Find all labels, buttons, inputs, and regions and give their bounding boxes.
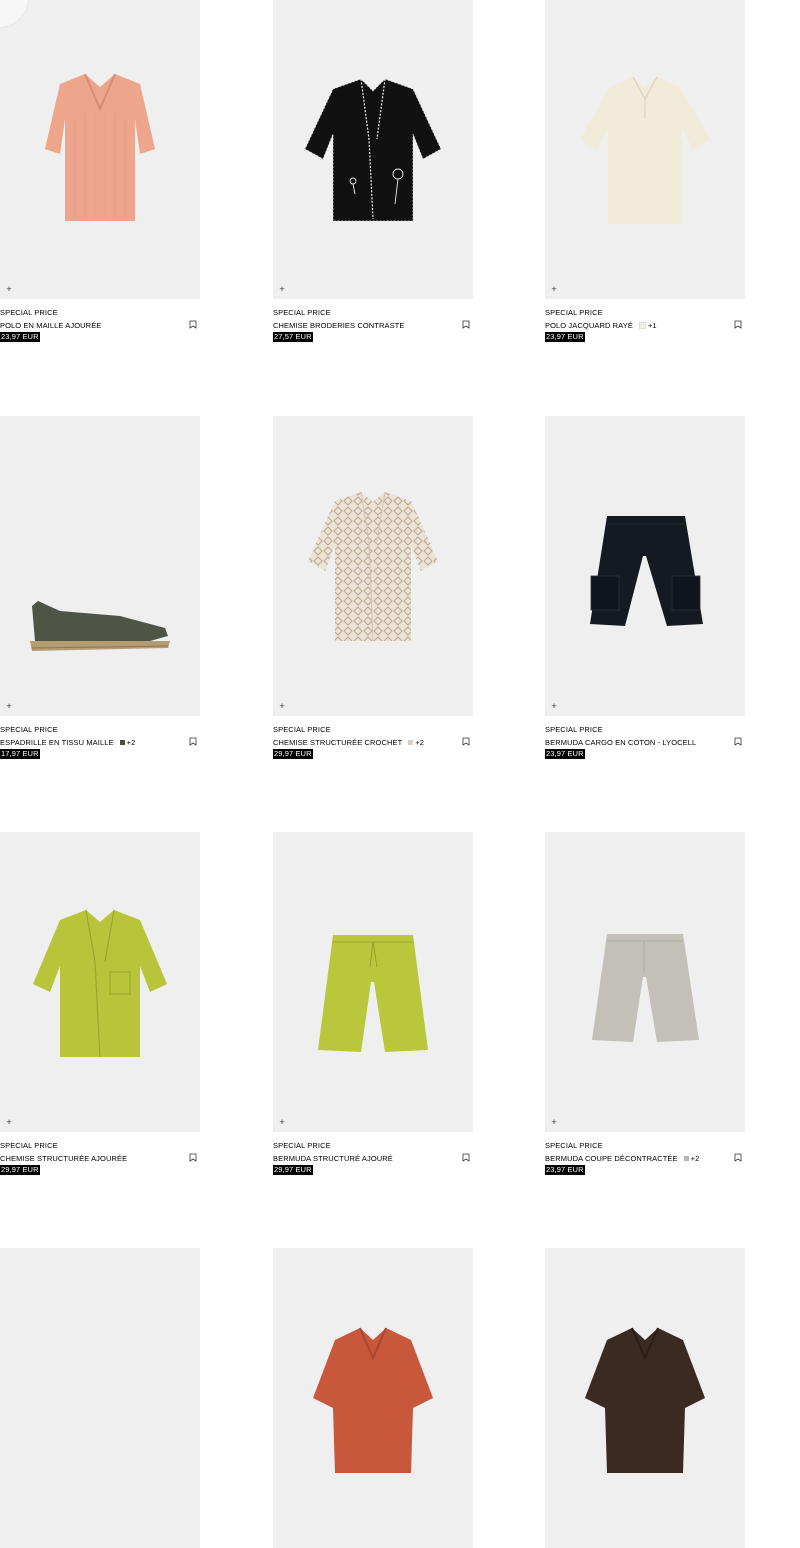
product-card[interactable]: + SPECIAL PRICE ESPADRILLE EN TISSU MAIL… xyxy=(0,416,200,761)
bookmark-icon[interactable] xyxy=(189,737,197,746)
espadrille-olive-image xyxy=(30,601,170,651)
product-name[interactable]: ESPADRILLE EN TISSU MAILLE xyxy=(0,738,114,747)
product-image[interactable] xyxy=(545,1248,745,1548)
more-colors[interactable]: +2 xyxy=(415,738,424,747)
bermuda-grey-image xyxy=(592,934,699,1042)
color-swatch[interactable] xyxy=(683,1155,689,1161)
product-meta: SPECIAL PRICE CHEMISE BRODERIES CONTRAST… xyxy=(273,299,473,344)
more-colors[interactable]: +2 xyxy=(691,1154,700,1163)
product-price[interactable]: 29,97 EUR xyxy=(0,1165,40,1175)
product-card[interactable]: + SPECIAL PRICE BERMUDA COUPE DÉCONTRACT… xyxy=(545,832,745,1177)
plus-icon[interactable]: + xyxy=(548,283,560,295)
product-meta: SPECIAL PRICE ESPADRILLE EN TISSU MAILLE… xyxy=(0,716,200,761)
shirt-black-embroidered-image xyxy=(304,78,442,222)
product-card[interactable] xyxy=(273,1248,473,1548)
product-name[interactable]: CHEMISE BRODERIES CONTRASTE xyxy=(273,321,404,330)
product-tag: SPECIAL PRICE xyxy=(545,308,603,317)
product-grid: + SPECIAL PRICE POLO EN MAILLE AJOURÉE 2… xyxy=(0,0,800,1548)
product-tag: SPECIAL PRICE xyxy=(0,725,58,734)
product-image[interactable]: + xyxy=(273,416,473,716)
plus-icon[interactable]: + xyxy=(276,1116,288,1128)
product-tag: SPECIAL PRICE xyxy=(273,1141,331,1150)
polo-salmon-image xyxy=(45,73,155,221)
product-card[interactable]: + SPECIAL PRICE BERMUDA CARGO EN COTON -… xyxy=(545,416,745,761)
product-image[interactable]: + xyxy=(545,0,745,299)
product-name[interactable]: POLO JACQUARD RAYÉ xyxy=(545,321,633,330)
product-card[interactable]: + SPECIAL PRICE POLO EN MAILLE AJOURÉE 2… xyxy=(0,0,200,344)
bookmark-icon[interactable] xyxy=(734,737,742,746)
product-name[interactable]: POLO EN MAILLE AJOURÉE xyxy=(0,321,101,330)
product-image[interactable] xyxy=(273,1248,473,1548)
product-card[interactable]: + SPECIAL PRICE CHEMISE STRUCTURÉE AJOUR… xyxy=(0,832,200,1177)
bookmark-icon[interactable] xyxy=(462,1153,470,1162)
bookmark-icon[interactable] xyxy=(462,320,470,329)
plus-icon[interactable]: + xyxy=(276,283,288,295)
plus-icon[interactable]: + xyxy=(3,1116,15,1128)
product-tag: SPECIAL PRICE xyxy=(545,1141,603,1150)
shirt-lime-image xyxy=(33,909,167,1058)
product-name[interactable]: BERMUDA COUPE DÉCONTRACTÉE xyxy=(545,1154,678,1163)
bookmark-icon[interactable] xyxy=(734,1153,742,1162)
product-card[interactable]: + SPECIAL PRICE BERMUDA STRUCTURÉ AJOURÉ… xyxy=(273,832,473,1177)
product-name[interactable]: CHEMISE STRUCTURÉE AJOURÉE xyxy=(0,1154,127,1163)
product-tag: SPECIAL PRICE xyxy=(273,308,331,317)
product-card[interactable]: + SPECIAL PRICE CHEMISE BRODERIES CONTRA… xyxy=(273,0,473,344)
product-price[interactable]: 23,97 EUR xyxy=(0,332,40,342)
plus-icon[interactable]: + xyxy=(276,700,288,712)
product-price[interactable]: 17,97 EUR xyxy=(0,749,40,759)
color-swatch[interactable] xyxy=(119,739,125,745)
product-meta: SPECIAL PRICE BERMUDA CARGO EN COTON - L… xyxy=(545,716,745,761)
product-tag: SPECIAL PRICE xyxy=(545,725,603,734)
product-name[interactable]: CHEMISE STRUCTURÉE CROCHET xyxy=(273,738,402,747)
bookmark-icon[interactable] xyxy=(462,737,470,746)
product-name[interactable]: BERMUDA STRUCTURÉ AJOURÉ xyxy=(273,1154,393,1163)
shirt-beige-crochet-image xyxy=(308,491,438,642)
bookmark-icon[interactable] xyxy=(189,320,197,329)
product-price[interactable]: 23,97 EUR xyxy=(545,1165,585,1175)
product-card[interactable] xyxy=(0,1248,200,1548)
product-card[interactable]: + SPECIAL PRICE POLO JACQUARD RAYÉ +1 23… xyxy=(545,0,745,344)
product-image[interactable]: + xyxy=(545,832,745,1132)
color-swatch[interactable] xyxy=(638,321,646,329)
product-image[interactable]: + xyxy=(273,832,473,1132)
product-meta: SPECIAL PRICE CHEMISE STRUCTURÉE AJOURÉE… xyxy=(0,1132,200,1177)
product-card[interactable] xyxy=(545,1248,745,1548)
product-price[interactable]: 29,97 EUR xyxy=(273,1165,313,1175)
product-image[interactable]: + xyxy=(545,416,745,716)
product-tag: SPECIAL PRICE xyxy=(0,308,58,317)
product-image[interactable] xyxy=(0,1248,200,1548)
product-meta: SPECIAL PRICE POLO JACQUARD RAYÉ +1 23,9… xyxy=(545,299,745,344)
plus-icon[interactable]: + xyxy=(548,1116,560,1128)
product-image[interactable]: + xyxy=(0,0,200,299)
plus-icon[interactable]: + xyxy=(548,700,560,712)
product-meta: SPECIAL PRICE BERMUDA STRUCTURÉ AJOURÉ 2… xyxy=(273,1132,473,1177)
product-price[interactable]: 23,97 EUR xyxy=(545,749,585,759)
more-colors[interactable]: +1 xyxy=(648,321,657,330)
bookmark-icon[interactable] xyxy=(189,1153,197,1162)
shorts-lime-image xyxy=(318,935,428,1052)
product-price[interactable]: 23,97 EUR xyxy=(545,332,585,342)
product-name[interactable]: BERMUDA CARGO EN COTON - LYOCELL xyxy=(545,738,696,747)
color-swatch[interactable] xyxy=(408,739,414,745)
product-meta: SPECIAL PRICE POLO EN MAILLE AJOURÉE 23,… xyxy=(0,299,200,344)
bookmark-icon[interactable] xyxy=(734,320,742,329)
product-price[interactable]: 27,57 EUR xyxy=(273,332,313,342)
polo-cream-image xyxy=(580,76,710,224)
product-image[interactable]: + xyxy=(273,0,473,299)
product-price[interactable]: 29,97 EUR xyxy=(273,749,313,759)
product-image[interactable]: + xyxy=(0,832,200,1132)
product-meta: SPECIAL PRICE BERMUDA COUPE DÉCONTRACTÉE… xyxy=(545,1132,745,1177)
product-tag: SPECIAL PRICE xyxy=(0,1141,58,1150)
polo-rust-image xyxy=(313,1327,433,1473)
bermuda-cargo-black-image xyxy=(590,516,703,626)
product-tag: SPECIAL PRICE xyxy=(273,725,331,734)
product-meta: SPECIAL PRICE CHEMISE STRUCTURÉE CROCHET… xyxy=(273,716,473,761)
more-colors[interactable]: +2 xyxy=(127,738,136,747)
polo-dark-brown-image xyxy=(585,1327,705,1473)
product-card[interactable]: + SPECIAL PRICE CHEMISE STRUCTURÉE CROCH… xyxy=(273,416,473,761)
plus-icon[interactable]: + xyxy=(3,283,15,295)
product-image[interactable]: + xyxy=(0,416,200,716)
plus-icon[interactable]: + xyxy=(3,700,15,712)
